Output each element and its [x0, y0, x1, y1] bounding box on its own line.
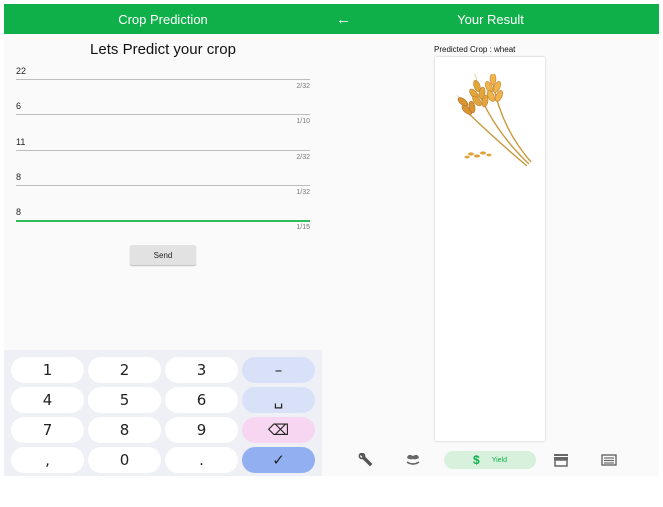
field-underline	[16, 185, 310, 186]
wheat-image	[457, 74, 532, 167]
key-8[interactable]: 8	[88, 417, 161, 443]
key-7[interactable]: 7	[11, 417, 84, 443]
field-underline	[16, 114, 310, 115]
nav-yield[interactable]: $ Yield	[444, 451, 536, 469]
key-3[interactable]: 3	[165, 357, 238, 383]
field-counter: 1/10	[296, 118, 310, 125]
app-bar-title: Your Result	[457, 11, 524, 27]
key-space[interactable]: ␣	[242, 387, 315, 413]
key-period[interactable]: .	[165, 447, 238, 473]
key-4[interactable]: 4	[11, 387, 84, 413]
field-value: 6	[16, 101, 22, 111]
result-screen: Your Result ← Predicted Crop : wheat $ Y…	[322, 4, 659, 476]
key-0[interactable]: 0	[88, 447, 161, 473]
field-value: 8	[16, 207, 22, 217]
field-value: 8	[16, 172, 22, 182]
dollar-icon: $	[473, 453, 480, 467]
send-button[interactable]: Send	[130, 245, 196, 265]
key-backspace[interactable]: ⌫	[242, 417, 315, 443]
key-minus[interactable]: –	[242, 357, 315, 383]
bottom-navigation: $ Yield	[322, 447, 659, 477]
field-counter: 2/32	[296, 83, 310, 90]
key-9[interactable]: 9	[165, 417, 238, 443]
wrench-icon[interactable]	[355, 451, 377, 469]
key-comma[interactable]: ,	[11, 447, 84, 473]
field-underline-active	[16, 220, 310, 222]
key-done[interactable]: ✓	[242, 447, 315, 473]
field-underline	[16, 150, 310, 151]
arrow-back-icon[interactable]: ←	[336, 4, 351, 34]
field-value: 22	[16, 66, 27, 76]
store-icon[interactable]	[550, 451, 572, 469]
field-counter: 1/15	[296, 224, 310, 231]
crop-prediction-screen: Crop Prediction Lets Predict your crop 2…	[4, 4, 322, 476]
key-2[interactable]: 2	[88, 357, 161, 383]
list-icon[interactable]	[598, 451, 620, 469]
app-bar: Your Result	[322, 4, 659, 34]
page-title: Lets Predict your crop	[90, 41, 236, 58]
app-bar: Crop Prediction	[4, 4, 322, 34]
field-underline	[16, 79, 310, 80]
plant-icon[interactable]	[402, 451, 424, 469]
field-counter: 1/32	[296, 189, 310, 196]
prediction-text: Predicted Crop : wheat	[434, 45, 516, 54]
app-bar-title: Crop Prediction	[118, 11, 208, 27]
field-value: 11	[16, 137, 26, 147]
nav-yield-label: Yield	[491, 456, 507, 464]
numeric-keyboard: 1 2 3 – 4 5 6 ␣ 7 8 9 ⌫ , 0 . ✓	[4, 350, 322, 476]
key-6[interactable]: 6	[165, 387, 238, 413]
field-counter: 2/32	[296, 154, 310, 161]
key-1[interactable]: 1	[11, 357, 84, 383]
key-5[interactable]: 5	[88, 387, 161, 413]
